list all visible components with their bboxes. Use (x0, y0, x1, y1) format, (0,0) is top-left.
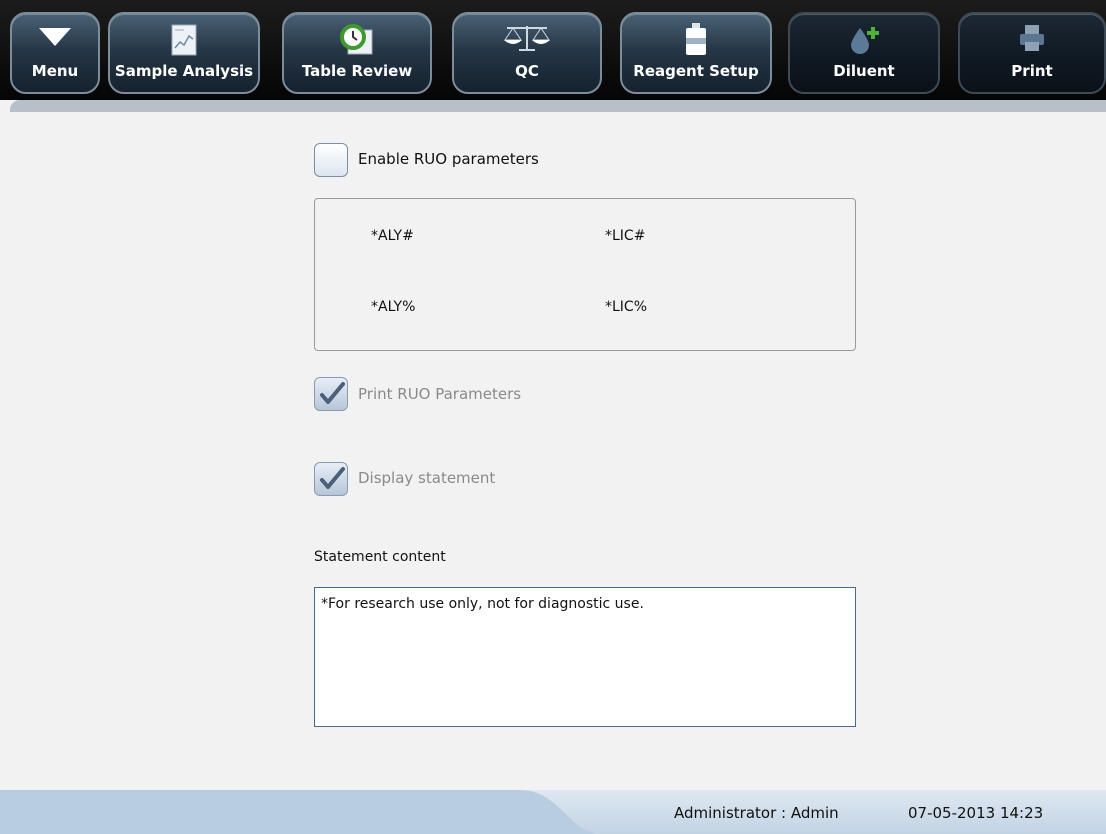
droplet-plus-icon (844, 22, 884, 60)
statement-content-textarea[interactable]: *For research use only, not for diagnost… (314, 587, 856, 727)
diluent-label: Diluent (833, 62, 895, 80)
print-button[interactable]: Print (958, 12, 1106, 94)
sample-analysis-label: Sample Analysis (114, 62, 254, 80)
toolbar-divider (10, 100, 1106, 112)
menu-button-label: Menu (31, 62, 79, 80)
ruo-param-lic-count: *LIC# (605, 228, 646, 244)
ruo-parameters-box: *ALY# *LIC# *ALY% *LIC% (314, 198, 856, 351)
status-bar-tab-shape (0, 790, 600, 834)
display-statement-checkbox[interactable] (314, 462, 348, 496)
enable-ruo-label: Enable RUO parameters (358, 150, 539, 168)
print-label: Print (1011, 62, 1053, 80)
table-review-button[interactable]: Table Review (282, 12, 432, 94)
sample-analysis-button[interactable]: Sample Analysis (108, 12, 260, 94)
status-bar: Administrator : Admin 07-05-2013 14:23 (0, 790, 1106, 834)
diluent-button[interactable]: Diluent (788, 12, 940, 94)
qc-button[interactable]: QC (452, 12, 602, 94)
checkmark-icon (320, 382, 345, 404)
enable-ruo-checkbox[interactable] (314, 143, 348, 177)
print-ruo-checkbox[interactable] (314, 377, 348, 411)
print-ruo-label: Print RUO Parameters (358, 385, 522, 403)
table-review-label: Table Review (301, 62, 413, 80)
reagent-setup-label: Reagent Setup (633, 62, 759, 80)
logged-in-user: Administrator : Admin (674, 804, 839, 822)
statement-content-label: Statement content (314, 549, 446, 565)
ruo-param-aly-percent: *ALY% (371, 299, 416, 315)
ruo-settings-panel: Enable RUO parameters *ALY# *LIC# *ALY% … (0, 112, 1106, 790)
checkmark-icon (320, 467, 345, 489)
status-datetime: 07-05-2013 14:23 (908, 804, 1044, 822)
clock-icon (338, 22, 376, 62)
ruo-param-lic-percent: *LIC% (605, 299, 648, 315)
chart-icon (166, 22, 202, 62)
qc-label: QC (515, 62, 539, 80)
printer-icon (1016, 22, 1048, 58)
menu-dropdown-icon (33, 22, 77, 56)
reagent-setup-button[interactable]: Reagent Setup (620, 12, 772, 94)
menu-button[interactable]: Menu (10, 12, 100, 94)
display-statement-label: Display statement (358, 469, 496, 487)
reagent-bottle-icon (681, 22, 711, 60)
ruo-param-aly-count: *ALY# (371, 228, 414, 244)
scale-icon (499, 22, 555, 58)
toolbar: Menu Sample Analysis Table Review QC Rea… (0, 0, 1106, 100)
